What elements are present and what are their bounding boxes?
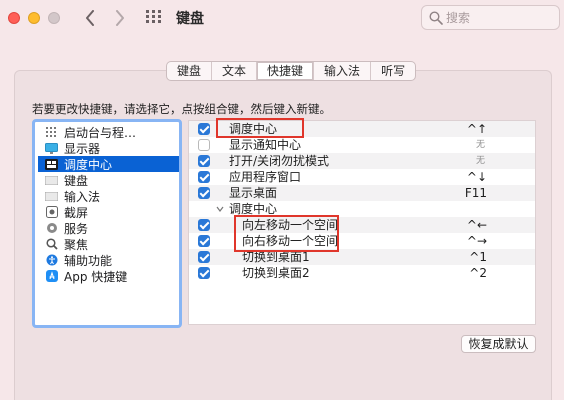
shortcut-label: 调度中心 (229, 122, 278, 136)
accessibility-icon (45, 254, 58, 266)
restore-defaults-button[interactable]: 恢复成默认 (461, 335, 536, 353)
search-field[interactable] (421, 5, 560, 30)
shortcut-key[interactable]: ^↑ (467, 121, 487, 137)
shortcut-label: 打开/关闭勿扰模式 (229, 154, 330, 168)
category-item-input-sources[interactable]: 输入法 (41, 188, 179, 204)
shortcut-key[interactable]: F11 (465, 185, 487, 201)
zoom-window-button[interactable] (48, 12, 60, 24)
shortcut-key[interactable]: ^1 (469, 249, 487, 265)
shortcut-key[interactable]: 无 (476, 137, 485, 153)
app-store-icon (45, 270, 58, 282)
instruction-text: 若要更改快捷键，请选择它，点按组合键，然后键入新键。 (32, 102, 331, 116)
launchpad-icon (45, 127, 58, 138)
search-input[interactable] (446, 8, 554, 27)
shortcut-group-row[interactable]: 调度中心 (189, 201, 535, 217)
shortcut-label: 显示通知中心 (229, 138, 302, 152)
shortcut-row[interactable]: 调度中心 ^↑ (189, 121, 535, 137)
shortcut-key[interactable]: ^← (467, 217, 487, 233)
keyboard-icon (45, 175, 58, 186)
shortcut-row[interactable]: 显示桌面 F11 (189, 185, 535, 201)
shortcut-row[interactable]: 应用程序窗口 ^↓ (189, 169, 535, 185)
input-method-icon (45, 191, 58, 202)
shortcut-key[interactable]: ^→ (467, 233, 487, 249)
shortcut-row[interactable]: 切换到桌面1 ^1 (189, 249, 535, 265)
forward-button[interactable] (110, 7, 130, 29)
chevron-left-icon (86, 10, 94, 26)
shortcut-list: 调度中心 ^↑ 显示通知中心 无 打开/关闭勿扰模式 无 应用程序窗口 ^↓ 显… (188, 120, 536, 325)
services-gear-icon (45, 223, 58, 234)
category-label: 键盘 (64, 173, 89, 188)
shortcut-checkbox[interactable] (198, 219, 210, 231)
shortcut-label: 显示桌面 (229, 186, 278, 200)
shortcut-row[interactable]: 打开/关闭勿扰模式 无 (189, 153, 535, 169)
category-item-spotlight[interactable]: 聚焦 (41, 236, 179, 252)
shortcut-key[interactable]: ^↓ (467, 169, 487, 185)
category-item-screenshots[interactable]: 截屏 (41, 204, 179, 220)
category-item-app-shortcuts[interactable]: App 快捷键 (41, 268, 179, 284)
shortcut-label: 切换到桌面2 (242, 266, 310, 280)
shortcut-row[interactable]: 显示通知中心 无 (189, 137, 535, 153)
category-label: App 快捷键 (64, 269, 128, 284)
shortcut-checkbox[interactable] (198, 267, 210, 279)
shortcut-label: 应用程序窗口 (229, 170, 302, 184)
category-item-mission-control[interactable]: 调度中心 (38, 156, 179, 172)
category-item-launchpad[interactable]: 启动台与程… (41, 124, 179, 140)
shortcut-checkbox[interactable] (198, 123, 210, 135)
category-list[interactable]: 启动台与程… 显示器 调度中心 键盘 输入法 截屏 服务 聚焦 辅助功能 App… (32, 119, 182, 328)
tab-keyboard[interactable]: 键盘 (167, 62, 213, 80)
shortcut-row[interactable]: 向右移动一个空间 ^→ (189, 233, 535, 249)
shortcut-key[interactable]: 无 (476, 153, 485, 169)
category-label: 输入法 (64, 189, 101, 204)
category-item-accessibility[interactable]: 辅助功能 (41, 252, 179, 268)
tab-dictation[interactable]: 听写 (371, 62, 415, 80)
category-label: 显示器 (64, 141, 101, 156)
category-item-services[interactable]: 服务 (41, 220, 179, 236)
tab-text[interactable]: 文本 (212, 62, 258, 80)
shortcut-label: 向左移动一个空间 (242, 218, 339, 232)
search-icon (429, 11, 443, 25)
category-label: 辅助功能 (64, 253, 113, 268)
mission-control-icon (45, 158, 58, 170)
shortcut-key[interactable]: ^2 (469, 265, 487, 281)
tab-shortcuts[interactable]: 快捷键 (257, 62, 315, 80)
category-item-displays[interactable]: 显示器 (41, 140, 179, 156)
category-label: 启动台与程… (64, 125, 137, 140)
category-label: 服务 (64, 221, 89, 236)
shortcut-label: 切换到桌面1 (242, 250, 310, 264)
shortcut-row[interactable]: 向左移动一个空间 ^← (189, 217, 535, 233)
category-label: 调度中心 (64, 157, 113, 172)
disclosure-chevron-icon[interactable] (216, 205, 224, 213)
spotlight-icon (45, 238, 58, 250)
category-item-keyboard[interactable]: 键盘 (41, 172, 179, 188)
show-all-grid-icon[interactable] (146, 10, 162, 24)
shortcut-label: 向右移动一个空间 (242, 234, 339, 248)
display-icon (45, 142, 58, 154)
chevron-right-icon (116, 10, 124, 26)
screenshot-icon (45, 206, 58, 218)
shortcut-checkbox[interactable] (198, 139, 210, 151)
shortcut-checkbox[interactable] (198, 155, 210, 167)
tab-bar: 键盘 文本 快捷键 输入法 听写 (166, 61, 417, 81)
category-label: 截屏 (64, 205, 89, 220)
shortcut-row[interactable]: 切换到桌面2 ^2 (189, 265, 535, 281)
category-label: 聚焦 (64, 237, 89, 252)
minimize-window-button[interactable] (28, 12, 40, 24)
back-button[interactable] (80, 7, 100, 29)
shortcut-checkbox[interactable] (198, 171, 210, 183)
window-title: 键盘 (176, 11, 204, 27)
title-bar: 键盘 (0, 0, 564, 36)
shortcut-group-label: 调度中心 (229, 202, 278, 216)
close-window-button[interactable] (8, 12, 20, 24)
tab-input-sources[interactable]: 输入法 (314, 62, 372, 80)
shortcut-checkbox[interactable] (198, 251, 210, 263)
shortcut-checkbox[interactable] (198, 235, 210, 247)
shortcut-checkbox[interactable] (198, 187, 210, 199)
